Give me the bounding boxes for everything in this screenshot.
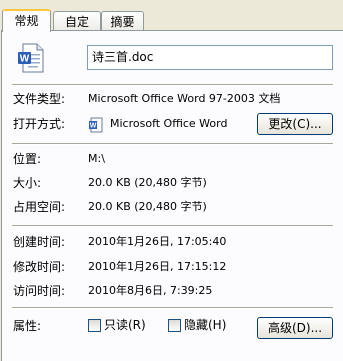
advanced-button[interactable]: 高级(D)... [257,317,333,339]
created-label: 创建时间: [13,235,66,249]
file-type-label: 文件类型: [13,92,66,106]
word-app-icon: W [89,117,103,133]
readonly-checkbox[interactable] [88,319,101,332]
readonly-label[interactable]: 只读(R) [104,317,146,333]
divider [12,225,333,227]
divider [12,307,333,309]
tab-strip: 常规 自定义 摘要 [0,0,343,45]
tab-summary[interactable]: 摘要 [101,11,144,31]
accessed-label: 访问时间: [13,284,66,298]
size-value: 20.0 KB (20,480 字节) [88,176,207,189]
location-label: 位置: [13,152,42,166]
modified-label: 修改时间: [13,260,66,274]
properties-panel [1,30,343,361]
attributes-label: 属性: [13,319,42,333]
change-button[interactable]: 更改(C)... [257,113,333,135]
hidden-checkbox[interactable] [168,319,181,332]
svg-text:W: W [20,54,30,65]
accessed-value: 2010年8月6日, 7:39:25 [88,284,213,297]
created-value: 2010年1月26日, 17:05:40 [88,235,227,248]
svg-text:W: W [90,123,97,130]
tab-general[interactable]: 常规 [2,9,51,32]
disk-size-label: 占用空间: [13,200,66,214]
size-label: 大小: [13,176,42,190]
divider [12,84,333,86]
hidden-label[interactable]: 隐藏(H) [184,317,226,333]
filename-field[interactable]: 诗三首.doc [87,45,333,70]
open-with-label: 打开方式: [13,117,66,131]
location-value: M:\ [88,152,105,165]
disk-size-value: 20.0 KB (20,480 字节) [88,200,207,213]
file-type-value: Microsoft Office Word 97-2003 文档 [88,92,281,105]
word-document-icon: W [18,43,44,73]
divider [12,143,333,145]
tab-custom[interactable]: 自定义 [53,11,101,45]
modified-value: 2010年1月26日, 17:15:12 [88,260,227,273]
open-with-value: Microsoft Office Word [110,117,228,130]
